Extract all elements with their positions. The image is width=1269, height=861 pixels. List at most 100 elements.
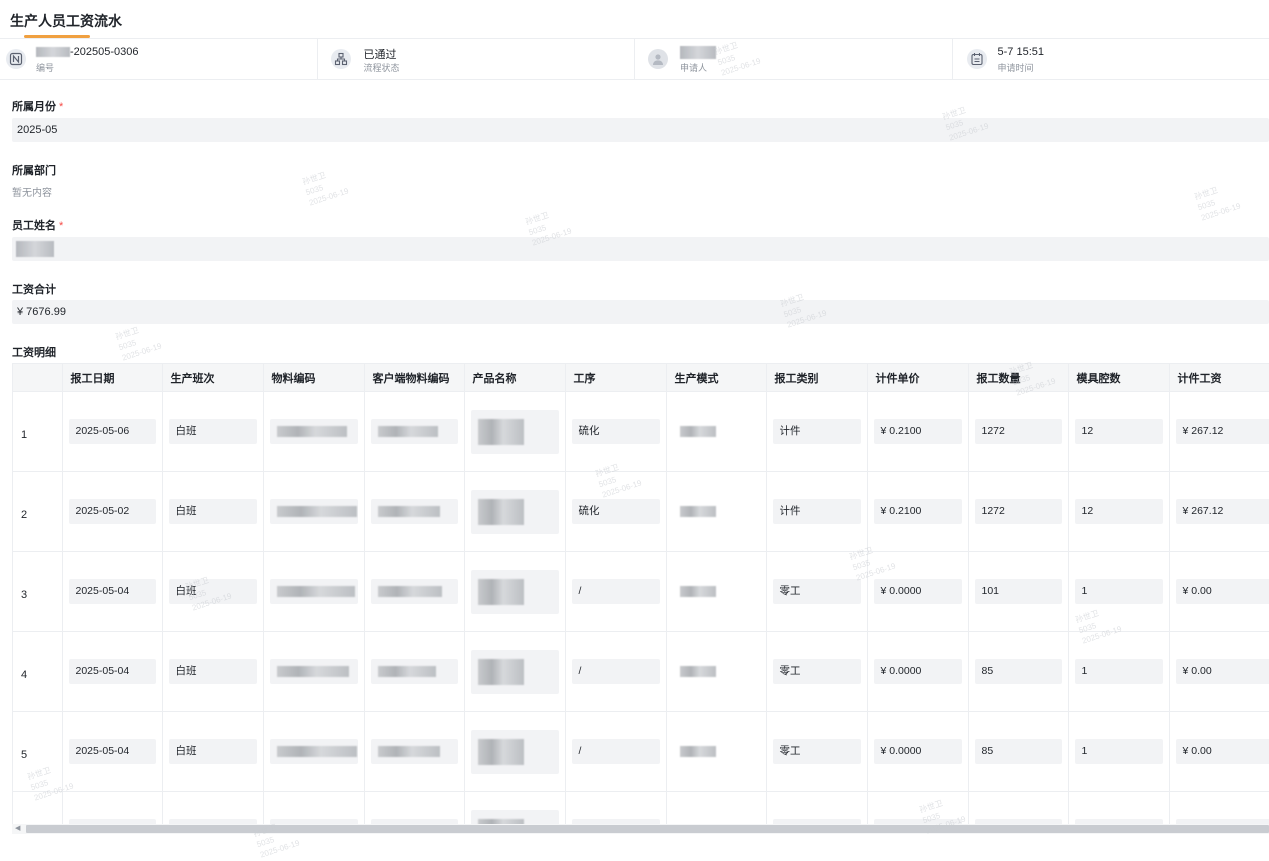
watermark-text: 2025-06-19 — [1200, 200, 1242, 223]
page-title: 生产人员工资流水 — [10, 11, 122, 31]
details-label: 工资明细 — [12, 344, 56, 360]
total-label: 工资合计 — [12, 281, 56, 297]
report-quantity-cell[interactable]: 85 — [975, 659, 1062, 684]
shift-cell[interactable]: 白班 — [169, 579, 257, 604]
client-material-code-redacted — [378, 666, 436, 677]
unit-price-cell[interactable]: ¥ 0.0000 — [874, 739, 962, 764]
report-quantity-cell[interactable]: 1272 — [975, 499, 1062, 524]
process-cell[interactable]: / — [572, 739, 660, 764]
report-date-cell[interactable]: 2025-05-06 — [69, 419, 156, 444]
mold-cavity-cell[interactable]: 1 — [1075, 659, 1163, 684]
material-code-cell[interactable] — [270, 579, 358, 604]
mold-cavity-cell[interactable]: 12 — [1075, 499, 1163, 524]
month-field[interactable]: 2025-05 — [12, 118, 1269, 142]
row-index: 3 — [13, 552, 62, 632]
material-code-cell[interactable] — [270, 659, 358, 684]
total-field[interactable]: ¥ 7676.99 — [12, 300, 1269, 324]
product-name-cell[interactable] — [471, 730, 559, 774]
material-code-redacted — [277, 426, 347, 437]
horizontal-scrollbar[interactable]: ◀ — [12, 824, 1269, 834]
piece-wage-cell[interactable]: ¥ 0.00 — [1176, 659, 1269, 684]
process-cell[interactable]: 硫化 — [572, 499, 660, 524]
report-category-cell[interactable]: 零工 — [773, 579, 861, 604]
production-mode-redacted — [680, 666, 716, 677]
report-date-cell[interactable]: 2025-05-04 — [69, 659, 156, 684]
client-material-code-cell[interactable] — [371, 499, 458, 524]
report-date-cell[interactable]: 2025-05-04 — [69, 579, 156, 604]
client-material-code-cell[interactable] — [371, 659, 458, 684]
material-code-cell[interactable] — [270, 419, 358, 444]
watermark-text: 2025-06-19 — [121, 340, 163, 363]
mold-cavity-cell[interactable]: 12 — [1075, 419, 1163, 444]
employee-field[interactable] — [12, 237, 1269, 261]
client-material-code-cell[interactable] — [371, 419, 458, 444]
piece-wage-cell[interactable]: ¥ 0.00 — [1176, 739, 1269, 764]
column-header: 报工日期 — [62, 364, 162, 392]
title-bar: 生产人员工资流水 — [0, 0, 1269, 39]
product-name-cell[interactable] — [471, 490, 559, 534]
process-cell[interactable]: / — [572, 579, 660, 604]
column-header: 报工类别 — [766, 364, 867, 392]
client-material-code-redacted — [378, 586, 442, 597]
employee-label: 员工姓名* — [12, 217, 63, 233]
report-category-cell[interactable]: 零工 — [773, 659, 861, 684]
number-icon — [6, 49, 26, 69]
production-mode-cell — [673, 659, 760, 684]
material-code-cell[interactable] — [270, 499, 358, 524]
product-name-redacted — [478, 579, 524, 605]
production-mode-cell — [673, 419, 760, 444]
report-quantity-cell[interactable]: 1272 — [975, 419, 1062, 444]
user-avatar-icon — [648, 49, 668, 69]
watermark: 孙世卫50352025-06-19 — [114, 319, 163, 363]
report-category-cell[interactable]: 零工 — [773, 739, 861, 764]
flow-icon — [331, 49, 351, 69]
report-category-cell[interactable]: 计件 — [773, 499, 861, 524]
product-name-cell[interactable] — [471, 570, 559, 614]
employee-name-redacted — [16, 241, 54, 257]
wage-detail-table[interactable]: 报工日期 生产班次 物料编码 客户端物料编码 产品名称 工序 生产模式 报工类别… — [12, 363, 1269, 826]
unit-price-cell[interactable]: ¥ 0.2100 — [874, 419, 962, 444]
shift-cell[interactable]: 白班 — [169, 419, 257, 444]
unit-price-cell[interactable]: ¥ 0.0000 — [874, 659, 962, 684]
material-code-redacted — [277, 586, 355, 597]
report-date-cell[interactable]: 2025-05-04 — [69, 739, 156, 764]
piece-wage-cell[interactable]: ¥ 267.12 — [1176, 499, 1269, 524]
column-header-index — [13, 364, 62, 392]
material-code-cell[interactable] — [270, 739, 358, 764]
client-material-code-redacted — [378, 506, 440, 517]
unit-price-cell[interactable]: ¥ 0.2100 — [874, 499, 962, 524]
shift-cell[interactable]: 白班 — [169, 739, 257, 764]
product-name-cell[interactable] — [471, 410, 559, 454]
watermark-text: 2025-06-19 — [259, 837, 301, 860]
table-row: 3 2025-05-04 白班 / 零工 ¥ 0.0000 101 1 ¥ 0.00 — [13, 552, 1269, 632]
number-label: 编号 — [36, 61, 54, 74]
production-mode-cell — [673, 739, 760, 764]
shift-cell[interactable]: 白班 — [169, 659, 257, 684]
mold-cavity-cell[interactable]: 1 — [1075, 739, 1163, 764]
report-quantity-cell[interactable]: 101 — [975, 579, 1062, 604]
column-header: 工序 — [565, 364, 666, 392]
production-mode-cell — [673, 499, 760, 524]
mold-cavity-cell[interactable]: 1 — [1075, 579, 1163, 604]
material-code-redacted — [277, 746, 357, 757]
unit-price-cell[interactable]: ¥ 0.0000 — [874, 579, 962, 604]
product-name-cell[interactable] — [471, 650, 559, 694]
process-cell[interactable]: / — [572, 659, 660, 684]
applicant-name-redacted — [680, 46, 716, 59]
client-material-code-cell[interactable] — [371, 579, 458, 604]
row-index: 6 — [13, 792, 62, 827]
required-mark: * — [59, 101, 63, 113]
scrollbar-thumb[interactable] — [26, 825, 1269, 833]
shift-cell[interactable]: 白班 — [169, 499, 257, 524]
process-cell[interactable]: 硫化 — [572, 419, 660, 444]
column-header: 计件单价 — [867, 364, 968, 392]
column-header: 报工数量 — [968, 364, 1068, 392]
report-quantity-cell[interactable]: 85 — [975, 739, 1062, 764]
report-date-cell[interactable]: 2025-05-02 — [69, 499, 156, 524]
scroll-left-icon[interactable]: ◀ — [15, 824, 20, 834]
report-category-cell[interactable]: 计件 — [773, 419, 861, 444]
piece-wage-cell[interactable]: ¥ 0.00 — [1176, 579, 1269, 604]
piece-wage-cell[interactable]: ¥ 267.12 — [1176, 419, 1269, 444]
table-row: 62025-05-03白班/零工¥ 0.00001011¥ 0.00 — [13, 792, 1269, 827]
client-material-code-cell[interactable] — [371, 739, 458, 764]
